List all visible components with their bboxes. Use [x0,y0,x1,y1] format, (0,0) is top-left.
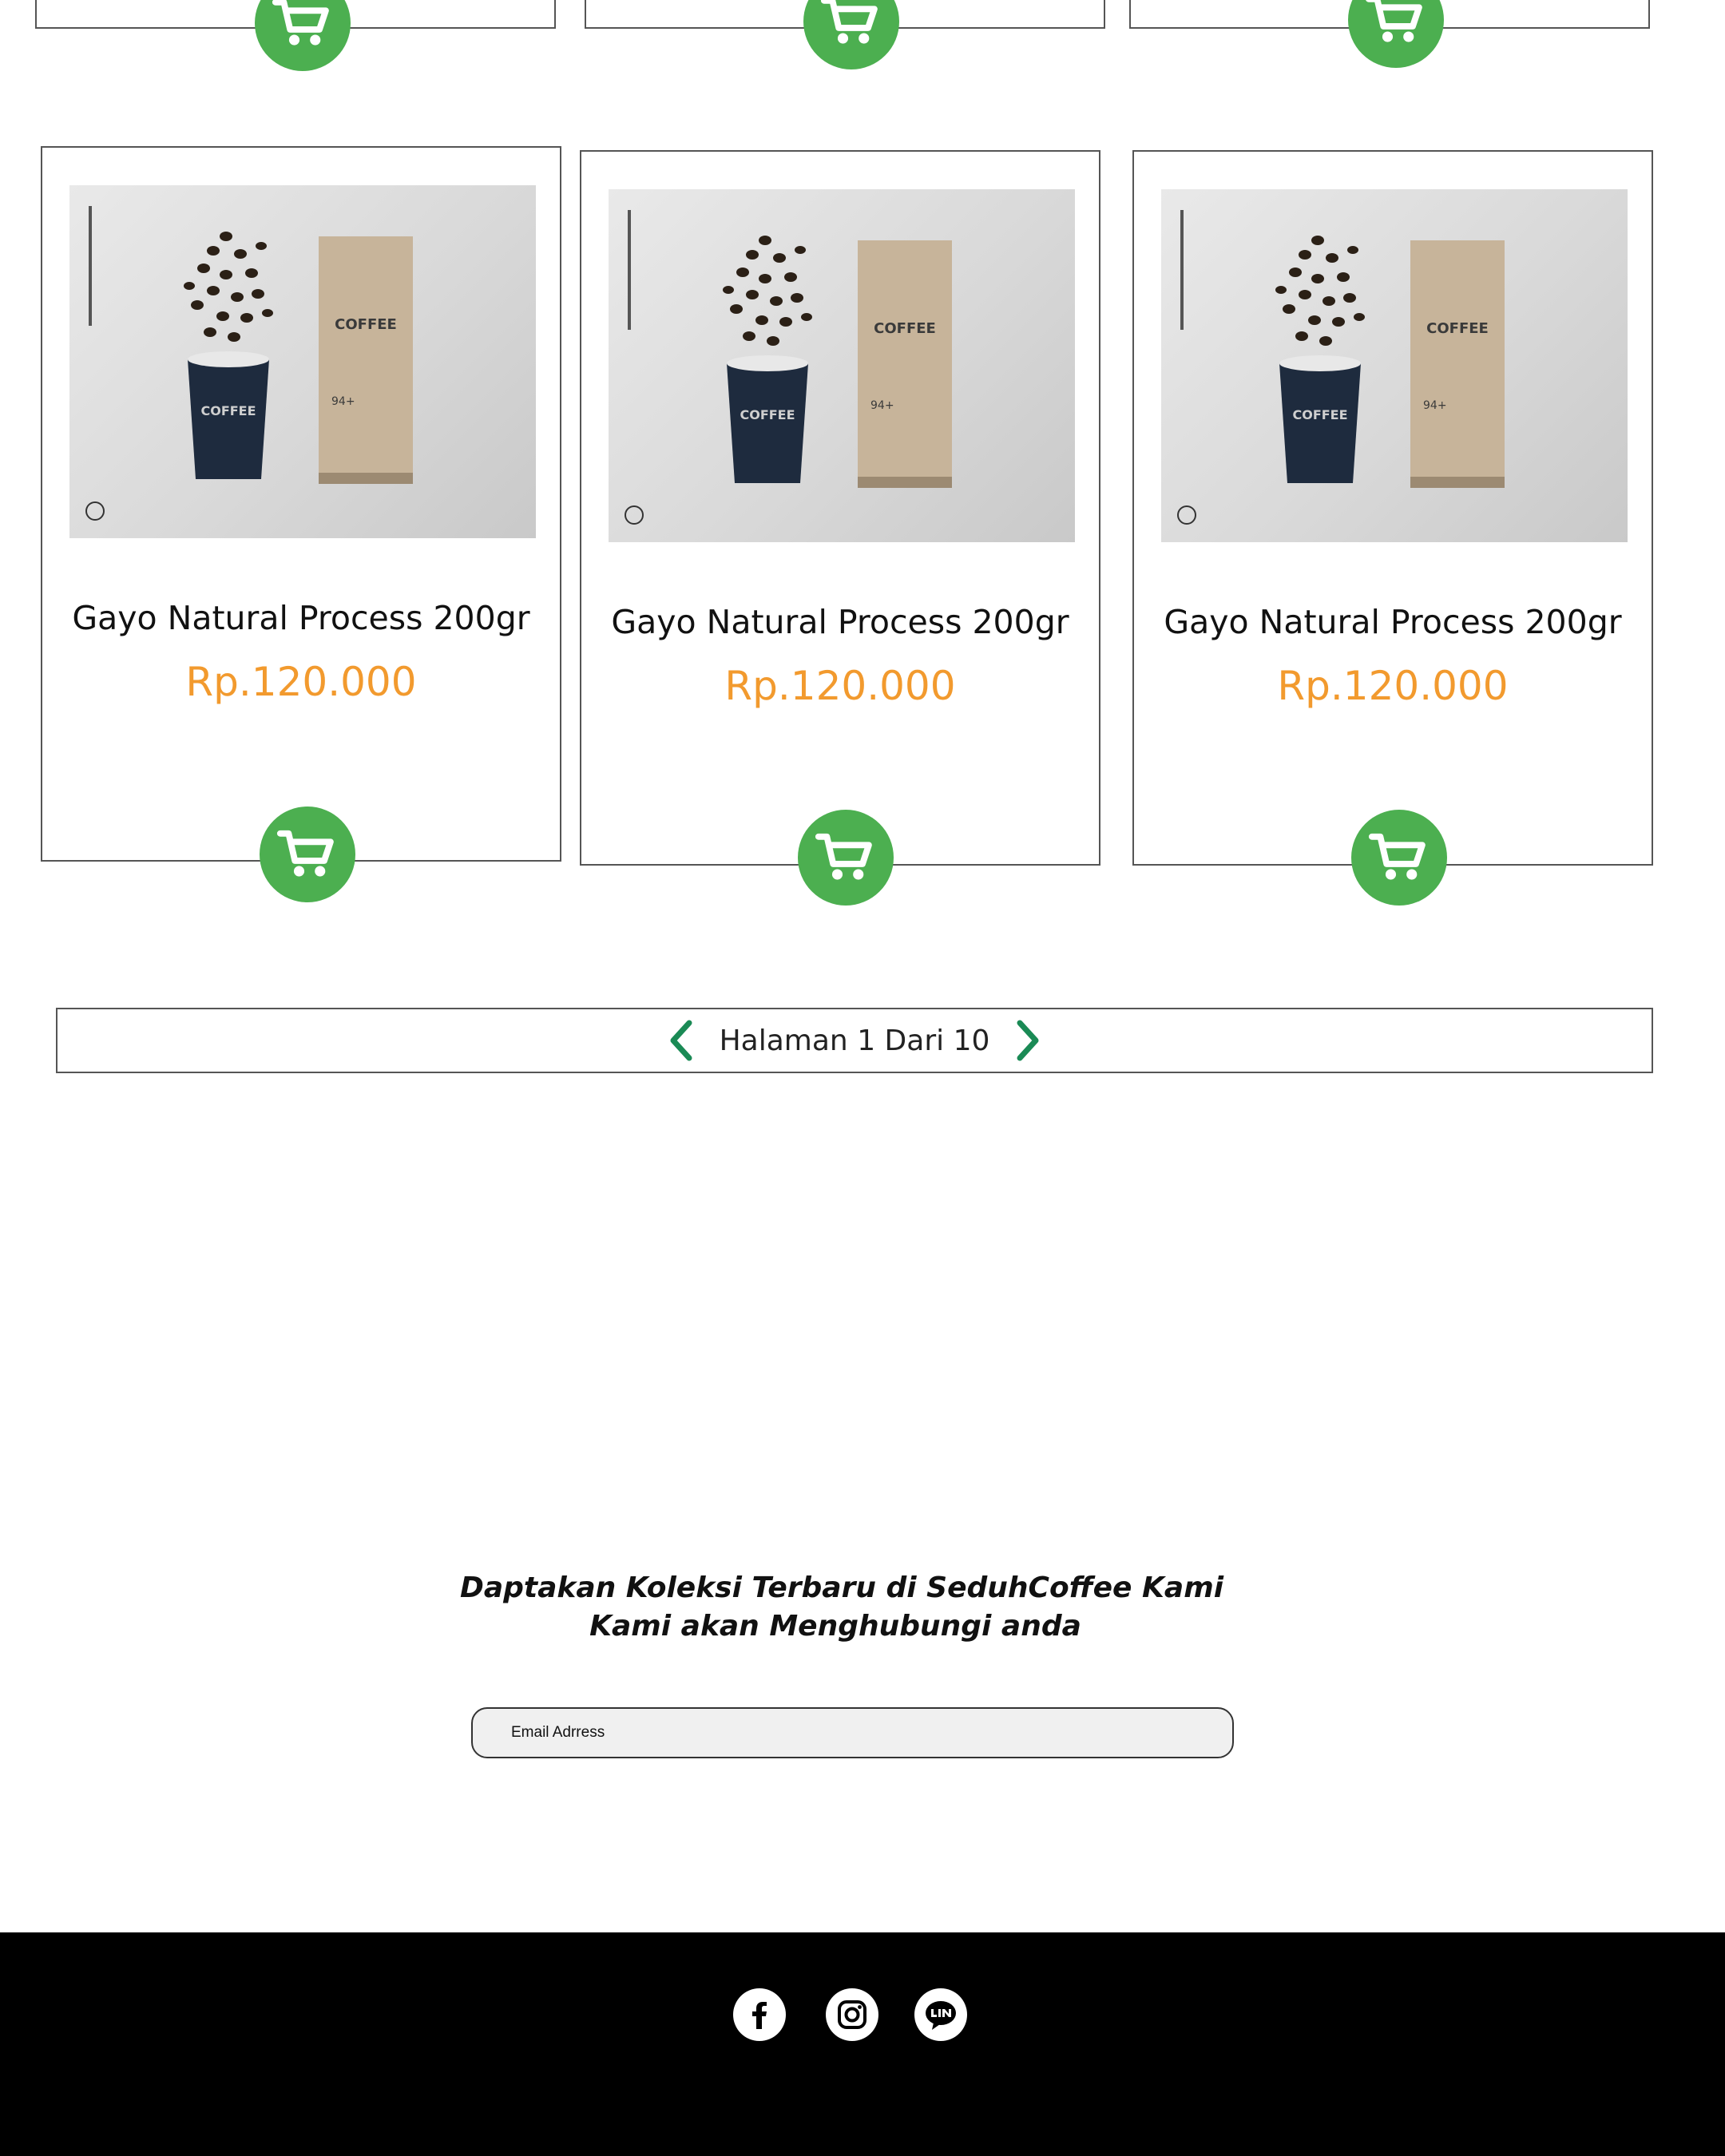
product-name[interactable]: Gayo Natural Process 200gr [1134,603,1652,641]
product-price: Rp.120.000 [185,659,417,705]
product-card[interactable]: COFFEE 94+ COFFEE Gayo Natural Process 2… [41,146,561,862]
add-to-cart-button[interactable] [260,807,355,902]
facebook-link[interactable] [733,1988,786,2041]
product-name[interactable]: Gayo Natural Process 200gr [581,603,1099,641]
cup-label: COFFEE [200,403,256,418]
cart-icon [1368,833,1426,880]
page-indicator: Halaman 1 Dari 10 [719,1024,990,1057]
bag-label: COFFEE [1426,320,1489,337]
newsletter-heading: Daptakan Koleksi Terbaru di SeduhCoffee … [459,1571,1224,1604]
product-image[interactable]: COFFEE 94+ COFFEE [609,189,1075,542]
product-card[interactable]: COFFEE 94+ COFFEE Gayo Natural Process 2… [1132,150,1653,866]
cart-icon [272,0,329,46]
product-image[interactable]: COFFEE 94+ COFFEE [69,185,536,538]
add-to-cart-button[interactable] [1348,0,1444,68]
facebook-icon [752,2002,767,2029]
add-to-cart-button[interactable] [1351,810,1447,906]
cart-icon [1366,0,1422,42]
instagram-link[interactable] [826,1988,878,2041]
next-page-button[interactable] [1012,1017,1045,1064]
bag-label: COFFEE [874,320,936,337]
add-to-cart-button[interactable] [255,0,351,71]
add-to-cart-button[interactable] [803,0,899,69]
bag-number: 94+ [331,395,355,408]
product-image[interactable]: COFFEE 94+ COFFEE [1161,189,1628,542]
cup-label: COFFEE [740,407,795,422]
pagination-bar: Halaman 1 Dari 10 [56,1008,1653,1073]
footer [0,1932,1725,2156]
cart-icon [276,830,334,877]
cup-label: COFFEE [1292,407,1347,422]
line-link[interactable] [914,1988,967,2041]
chevron-right-icon [1017,1020,1039,1061]
add-to-cart-button[interactable] [798,810,894,906]
bag-number: 94+ [870,399,894,412]
prev-page-button[interactable] [664,1017,697,1064]
instagram-icon [838,2000,866,2029]
bag-number: 94+ [1423,399,1447,412]
product-price: Rp.120.000 [724,663,956,709]
product-name[interactable]: Gayo Natural Process 200gr [42,599,560,637]
cart-icon [820,0,878,44]
email-field[interactable] [471,1707,1234,1758]
line-icon [926,2001,956,2030]
chevron-left-icon [670,1020,692,1061]
newsletter-subheading: Kami akan Menghubungi anda [589,1610,1081,1643]
product-price: Rp.120.000 [1277,663,1509,709]
product-card[interactable]: COFFEE 94+ COFFEE Gayo Natural Process 2… [580,150,1100,866]
cart-icon [815,833,872,880]
bag-label: COFFEE [335,316,397,333]
